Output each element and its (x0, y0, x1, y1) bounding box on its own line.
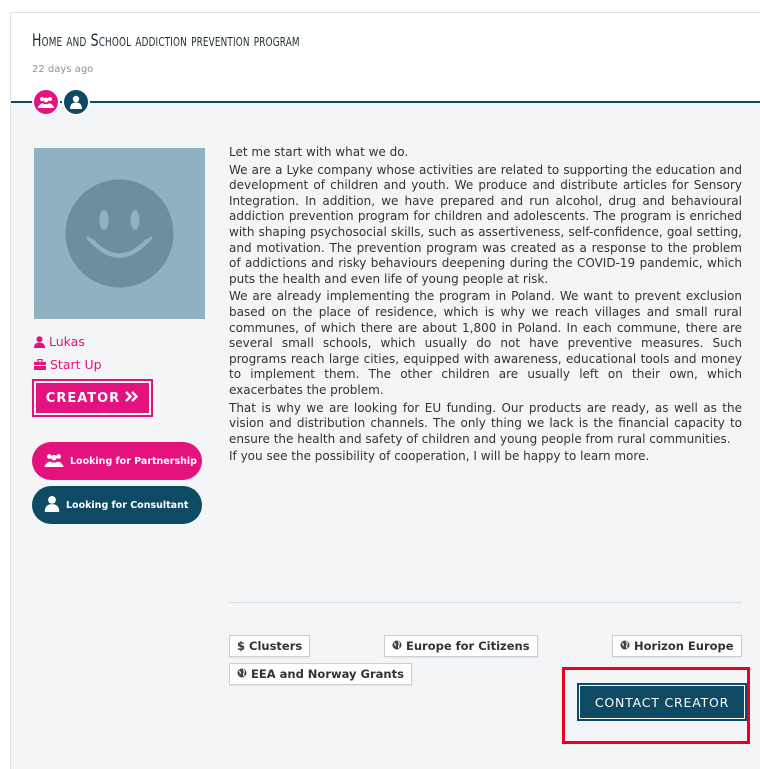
description-paragraph: That is why we are looking for EU fundin… (229, 400, 742, 446)
tag-europe-for-citizens[interactable]: Europe for Citizens (384, 635, 538, 657)
tag-label: Clusters (249, 639, 303, 653)
creator-name-link[interactable]: Lukas (34, 334, 85, 349)
tag-label: EEA and Norway Grants (251, 667, 404, 681)
globe-icon (237, 667, 247, 681)
tag-clusters[interactable]: $ Clusters (229, 635, 311, 657)
project-description: Let me start with what we do. We are a L… (229, 145, 742, 467)
description-paragraph: Let me start with what we do. (229, 145, 409, 159)
creator-button-label: CREATOR (45, 390, 121, 406)
dollar-icon: $ (237, 639, 246, 653)
group-icon (44, 453, 64, 470)
org-type-label: Start Up (50, 357, 102, 372)
smiley-icon (65, 179, 174, 288)
description-paragraph: If you see the possibility of cooperatio… (229, 449, 650, 464)
double-chevron-right-icon (125, 390, 139, 406)
tag-label: Europe for Citizens (406, 639, 530, 653)
project-title[interactable]: Home and School addiction prevention pro… (32, 31, 300, 51)
creator-org-type[interactable]: Start Up (34, 357, 102, 372)
person-icon (44, 495, 60, 515)
header-divider (11, 101, 760, 103)
looking-for-partnership-badge[interactable]: Looking for Partnership (32, 442, 202, 480)
content-divider (229, 602, 742, 603)
briefcase-icon (34, 359, 46, 370)
description-paragraph: We are already implementing the program … (229, 289, 742, 397)
user-icon (34, 335, 45, 348)
tag-horizon-europe[interactable]: Horizon Europe (612, 635, 742, 657)
looking-for-consultant-badge[interactable]: Looking for Consultant (32, 486, 202, 524)
creator-button[interactable]: CREATOR (32, 379, 153, 417)
tag-label: Horizon Europe (634, 639, 734, 653)
posted-date: 22 days ago (32, 64, 94, 75)
creator-name: Lukas (49, 334, 85, 349)
card-header: Home and School addiction prevention pro… (11, 13, 760, 103)
group-icon (32, 88, 60, 116)
person-icon (62, 88, 90, 116)
description-paragraph: We are a Lyke company whose activities a… (229, 162, 742, 286)
partnership-label: Looking for Partnership (70, 455, 197, 467)
tag-eea-norway-grants[interactable]: EEA and Norway Grants (229, 663, 412, 685)
globe-icon (620, 639, 630, 653)
consultant-label: Looking for Consultant (66, 499, 189, 511)
globe-icon (392, 639, 402, 653)
contact-creator-button[interactable]: CONTACT CREATOR (577, 683, 747, 721)
avatar (34, 148, 205, 319)
project-card: Home and School addiction prevention pro… (10, 12, 760, 769)
